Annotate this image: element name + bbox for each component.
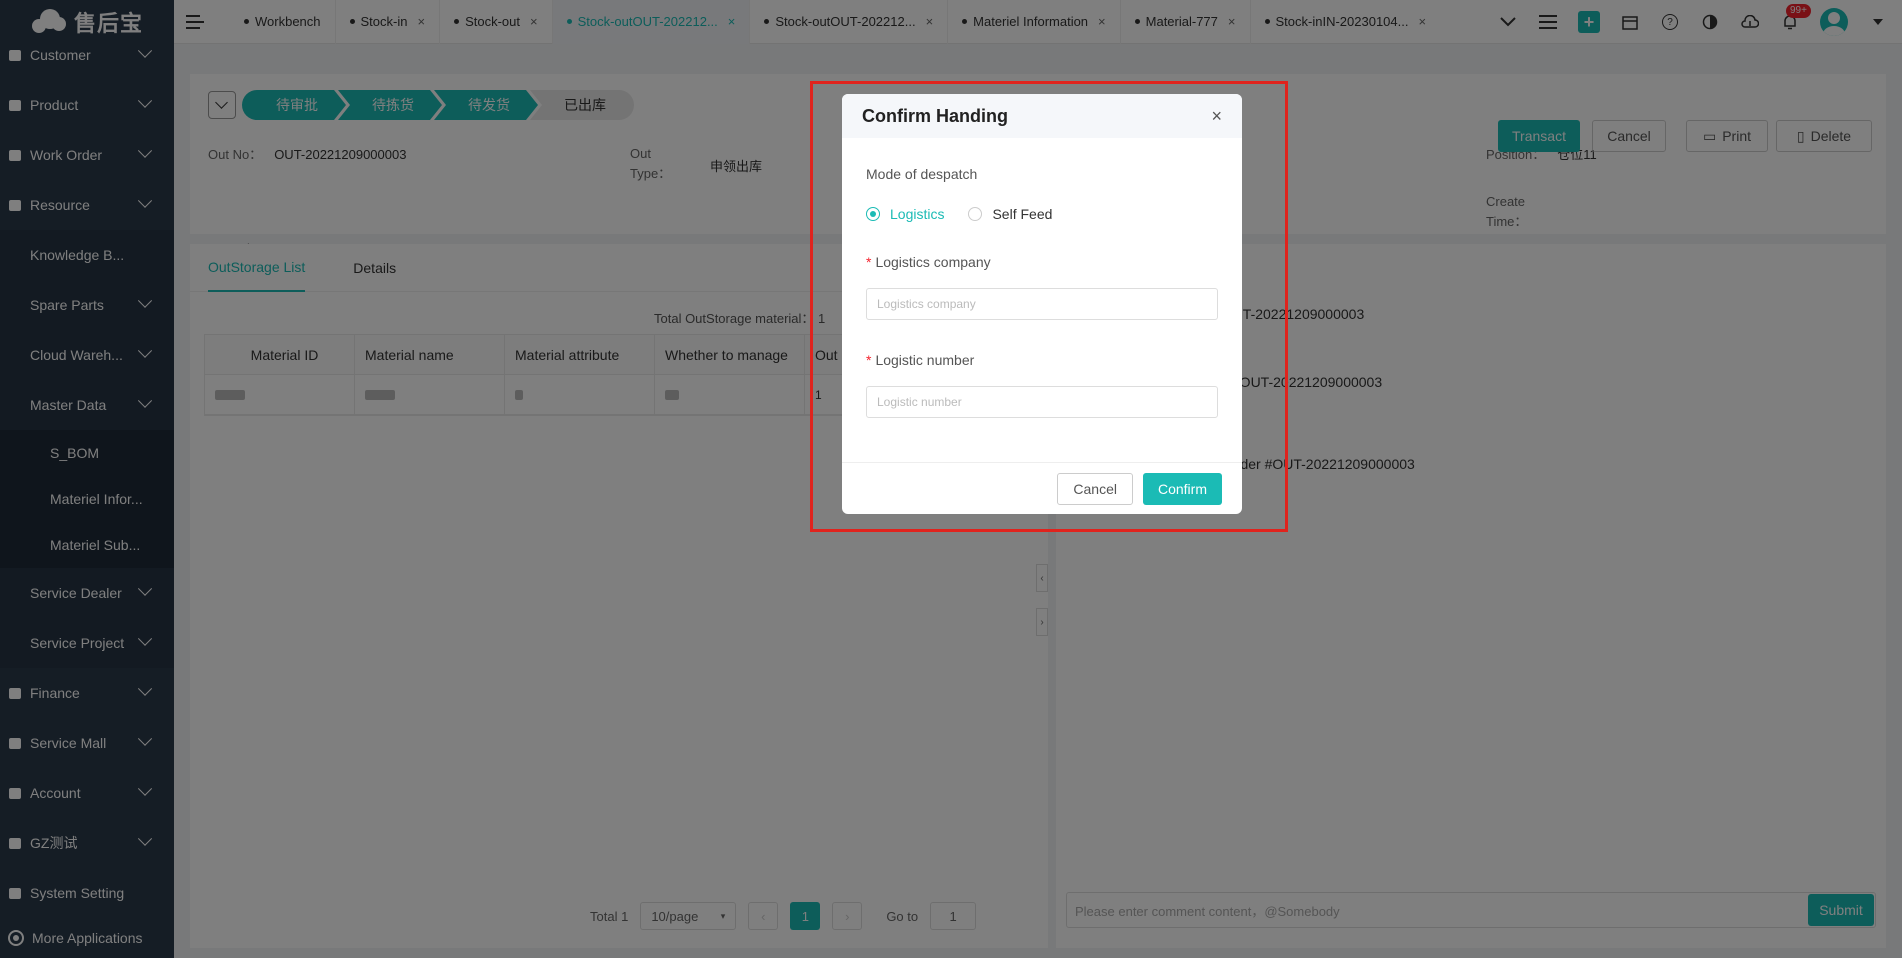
- radio-unchecked-icon: [968, 207, 983, 221]
- mode-of-despatch-label: Mode of despatch: [866, 166, 978, 182]
- confirm-handing-dialog: Confirm Handing × Mode of despatch Logis…: [842, 94, 1242, 514]
- logistic-number-label: * Logistic number: [866, 352, 1218, 368]
- radio-label: Self Feed: [992, 206, 1053, 222]
- label-text: Logistic number: [875, 352, 975, 368]
- dialog-body: Mode of despatch Logistics Self Feed * Lo…: [842, 138, 1242, 418]
- logistics-company-group: * Logistics company Logistics company: [866, 254, 1218, 320]
- logistic-number-input[interactable]: Logistic number: [866, 386, 1218, 418]
- logistics-company-label: * Logistics company: [866, 254, 1218, 270]
- close-icon[interactable]: ×: [1211, 106, 1222, 127]
- logistic-number-group: * Logistic number Logistic number: [866, 352, 1218, 418]
- dialog-header: Confirm Handing ×: [842, 94, 1242, 138]
- logistics-company-input[interactable]: Logistics company: [866, 288, 1218, 320]
- required-mark: *: [866, 254, 872, 270]
- radio-logistics[interactable]: Logistics: [866, 206, 944, 222]
- radio-self-feed[interactable]: Self Feed: [968, 206, 1052, 222]
- cancel-button[interactable]: Cancel: [1057, 472, 1133, 505]
- dialog-footer: Cancel Confirm: [842, 462, 1242, 514]
- dialog-title: Confirm Handing: [862, 105, 1008, 126]
- radio-label: Logistics: [890, 206, 945, 222]
- label-text: Logistics company: [875, 254, 991, 270]
- despatch-radio-group: Logistics Self Feed: [866, 206, 1218, 222]
- radio-checked-icon: [866, 207, 880, 221]
- confirm-button[interactable]: Confirm: [1142, 472, 1222, 505]
- required-mark: *: [866, 352, 872, 368]
